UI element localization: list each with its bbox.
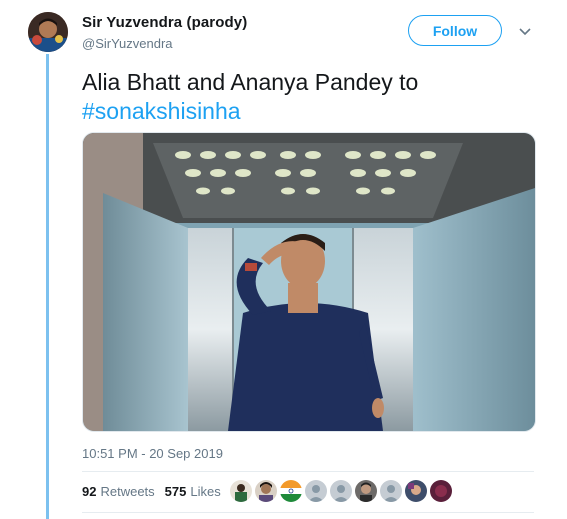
tweet-text: Alia Bhatt and Ananya Pandey to #sonaksh…	[82, 68, 542, 126]
tweet-timestamp[interactable]: 10:51 PM - 20 Sep 2019	[82, 446, 223, 461]
likes-stat[interactable]: 575 Likes	[165, 484, 221, 499]
tweet-media-photo[interactable]	[82, 132, 536, 432]
chevron-down-icon[interactable]	[518, 24, 532, 38]
thread-line	[46, 54, 49, 519]
liker-avatar[interactable]	[255, 480, 277, 502]
retweets-label: Retweets	[100, 484, 155, 499]
divider	[82, 512, 534, 513]
retweets-count: 92	[82, 484, 97, 499]
follow-button[interactable]: Follow	[408, 15, 502, 46]
likers-avatars	[230, 480, 455, 502]
liker-avatar[interactable]	[430, 480, 452, 502]
liker-avatar[interactable]	[230, 480, 252, 502]
divider	[82, 471, 534, 472]
liker-avatar[interactable]	[280, 480, 302, 502]
tweet-stats: 92 Retweets 575 Likes	[82, 484, 231, 499]
liker-avatar[interactable]	[405, 480, 427, 502]
user-display-name[interactable]: Sir Yuzvendra (parody)	[82, 14, 247, 31]
tweet-body: Alia Bhatt and Ananya Pandey to	[82, 69, 419, 95]
likes-count: 575	[164, 484, 187, 499]
liker-avatar[interactable]	[355, 480, 377, 502]
liker-avatar[interactable]	[305, 480, 327, 502]
user-avatar[interactable]	[28, 12, 68, 52]
retweets-stat[interactable]: 92 Retweets	[82, 484, 155, 499]
likes-label: Likes	[190, 484, 221, 499]
user-handle[interactable]: @SirYuzvendra	[82, 36, 173, 51]
hashtag-link[interactable]: #sonakshisinha	[82, 97, 542, 126]
liker-avatar[interactable]	[330, 480, 352, 502]
liker-avatar[interactable]	[380, 480, 402, 502]
